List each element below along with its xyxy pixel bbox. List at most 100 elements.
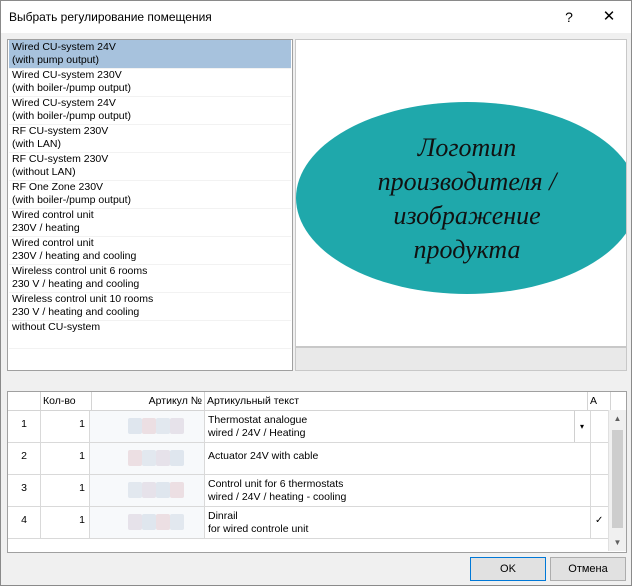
article-grid[interactable]: Кол-во Артикул № Артикульный текст A 1 1 T… (7, 391, 627, 553)
list-item[interactable]: Wired CU-system 24V (with pump output) (9, 40, 291, 69)
list-item-line2: (with LAN) (12, 138, 62, 150)
grid-vertical-scrollbar[interactable]: ▲ ▼ (608, 410, 626, 551)
article-text-line1: Dinrail (208, 510, 238, 522)
redacted-article-number (170, 418, 184, 434)
list-item-line1: Wireless control unit 10 rooms (12, 293, 154, 305)
scroll-thumb[interactable] (612, 430, 623, 528)
list-item[interactable]: RF CU-system 230V (without LAN) (9, 152, 291, 181)
list-item-line2: (without LAN) (12, 166, 76, 178)
list-item[interactable]: RF One Zone 230V (with boiler-/pump outpu… (9, 180, 291, 209)
a-column-cell[interactable] (591, 443, 609, 474)
redacted-article-number (156, 482, 170, 498)
list-item-line1: Wired control unit (12, 237, 94, 249)
article-text-line1: Thermostat analogue (208, 414, 308, 426)
article-text-cell[interactable]: Actuator 24V with cable (205, 443, 591, 474)
ok-button[interactable]: OK (470, 557, 546, 581)
help-button[interactable]: ? (549, 1, 589, 33)
header-a[interactable]: A (588, 392, 611, 411)
list-item-line2: (with boiler-/pump output) (12, 82, 132, 94)
list-item[interactable]: RF CU-system 230V (with LAN) (9, 124, 291, 153)
scroll-up-arrow-icon[interactable]: ▲ (609, 410, 626, 427)
redacted-article-number (156, 514, 170, 530)
article-text-line2: for wired controle unit (208, 523, 309, 535)
list-item[interactable]: Wired control unit 230V / heating (9, 208, 291, 237)
quantity-cell[interactable]: 1 (41, 443, 90, 474)
table-row[interactable]: 4 1 Dinrail for wired controle unit ✓ (8, 507, 609, 539)
row-number-cell[interactable]: 2 (8, 443, 41, 474)
redacted-article-number (128, 482, 142, 498)
logo-caption-strip (295, 347, 627, 371)
quantity-cell[interactable]: 1 (41, 507, 90, 538)
logo-line-3: изображение (393, 201, 540, 230)
redacted-article-number (128, 418, 142, 434)
list-item[interactable]: without CU-system (9, 320, 291, 349)
table-row[interactable]: 3 1 Control unit for 6 thermostats wired / … (8, 475, 609, 507)
article-text-cell[interactable]: Thermostat analogue wired / 24V / Heating… (205, 411, 591, 442)
list-item-line1: without CU-system (12, 321, 101, 333)
checkmark-icon: ✓ (595, 515, 604, 526)
logo-line-2: производителя / (378, 167, 559, 196)
header-article-number[interactable]: Артикул № (92, 392, 205, 411)
article-text-line2: wired / 24V / heating - cooling (208, 491, 347, 503)
list-item-line2: (with boiler-/pump output) (12, 194, 132, 206)
cancel-button[interactable]: Отмена (550, 557, 626, 581)
scroll-down-arrow-icon[interactable]: ▼ (609, 534, 626, 551)
close-button[interactable]: ✕ (589, 1, 629, 33)
article-number-cell[interactable] (90, 507, 205, 538)
list-item-line2: 230V / heating (12, 222, 80, 234)
row-number: 4 (21, 514, 27, 526)
article-text-cell[interactable]: Dinrail for wired controle unit (205, 507, 591, 538)
dropdown-arrow-icon[interactable]: ▾ (574, 411, 589, 442)
a-column-cell[interactable] (591, 475, 609, 506)
redacted-article-number (170, 482, 184, 498)
row-number-cell[interactable]: 4 (8, 507, 41, 538)
dialog-window: Выбрать регулирование помещения ? ✕ Wire… (0, 0, 632, 586)
logo-line-1: Логотип (417, 133, 517, 162)
redacted-article-number (128, 450, 142, 466)
list-item[interactable]: Wireless control unit 6 rooms 230 V / hea… (9, 264, 291, 293)
quantity-value: 1 (79, 418, 85, 430)
empty-row[interactable] (8, 539, 608, 551)
redacted-article-number (156, 450, 170, 466)
list-item[interactable]: Wireless control unit 10 rooms 230 V / he… (9, 292, 291, 321)
header-quantity[interactable]: Кол-во (41, 392, 92, 411)
list-item-line2: (with boiler-/pump output) (12, 110, 132, 122)
redacted-article-number (142, 482, 156, 498)
logo-ellipse (296, 102, 626, 294)
list-item-line1: Wired CU-system 24V (12, 41, 116, 53)
list-item-line1: RF CU-system 230V (12, 153, 109, 165)
list-item-line1: Wired CU-system 230V (12, 69, 122, 81)
article-number-cell[interactable] (90, 411, 205, 442)
list-item-line1: RF CU-system 230V (12, 125, 109, 137)
redacted-article-number (142, 450, 156, 466)
redacted-article-number (170, 514, 184, 530)
row-number-cell[interactable]: 3 (8, 475, 41, 506)
header-article-text[interactable]: Артикульный текст (205, 392, 588, 411)
list-item-line2: (with pump output) (12, 54, 99, 66)
logo-line-4: продукта (414, 235, 521, 264)
quantity-cell[interactable]: 1 (41, 411, 90, 442)
row-number-cell[interactable]: 1 (8, 411, 41, 442)
table-row[interactable]: 1 1 Thermostat analogue wired / 24V / Heati… (8, 411, 609, 443)
list-item[interactable]: Wired CU-system 24V (with boiler-/pump ou… (9, 96, 291, 125)
list-item[interactable]: Wired CU-system 230V (with boiler-/pump o… (9, 68, 291, 97)
redacted-article-number (142, 514, 156, 530)
list-item-line1: Wireless control unit 6 rooms (12, 265, 148, 277)
quantity-cell[interactable]: 1 (41, 475, 90, 506)
a-column-cell[interactable] (591, 411, 609, 442)
list-item-line1: Wired control unit (12, 209, 94, 221)
control-system-list[interactable]: Wired CU-system 24V (with pump output) Wir… (7, 39, 293, 371)
article-text-cell[interactable]: Control unit for 6 thermostats wired / 24… (205, 475, 591, 506)
manufacturer-logo-panel: Логотип производителя / изображение прод… (295, 39, 627, 347)
list-item[interactable]: Wired control unit 230V / heating and coo… (9, 236, 291, 265)
header-row-number (8, 392, 41, 411)
row-number: 1 (21, 418, 27, 430)
article-number-cell[interactable] (90, 475, 205, 506)
redacted-article-number (128, 514, 142, 530)
list-item-line2: 230 V / heating and cooling (12, 278, 140, 290)
redacted-article-number (156, 418, 170, 434)
quantity-value: 1 (79, 450, 85, 462)
table-row[interactable]: 2 1 Actuator 24V with cable (8, 443, 609, 475)
article-number-cell[interactable] (90, 443, 205, 474)
a-column-cell[interactable]: ✓ (591, 507, 609, 538)
